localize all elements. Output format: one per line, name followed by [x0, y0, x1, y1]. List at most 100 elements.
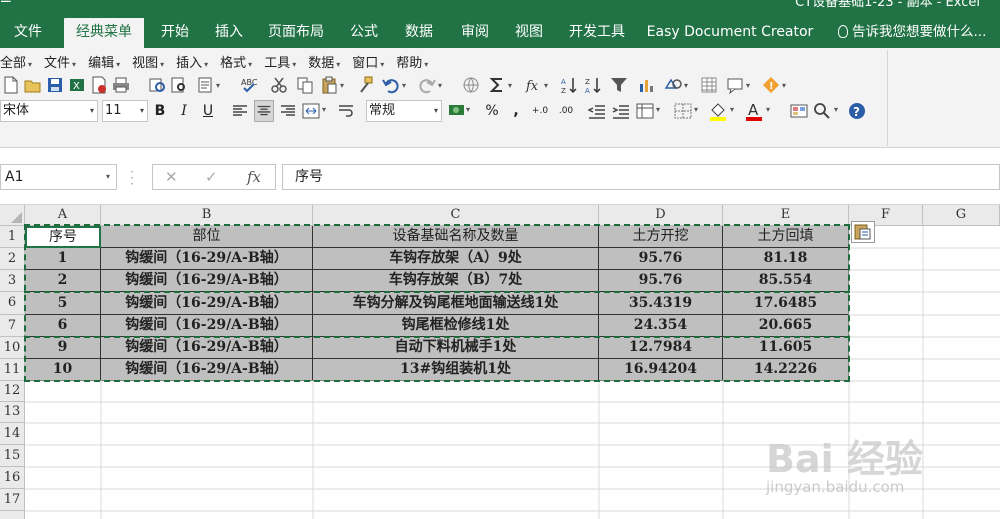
chevron-down-icon[interactable]: ▾	[402, 81, 406, 90]
chevron-down-icon[interactable]: ▾	[730, 105, 734, 114]
increase-indent-icon[interactable]	[612, 103, 630, 119]
confirm-icon[interactable]: ✓	[205, 165, 218, 189]
chevron-down-icon[interactable]: ▾	[684, 81, 688, 90]
menu-tools[interactable]: 工具 ▾	[264, 52, 296, 71]
fill-color-icon[interactable]	[708, 100, 728, 122]
tab-page-layout[interactable]: 页面布局	[262, 18, 330, 48]
align-right-icon[interactable]	[280, 103, 296, 119]
column-header-e[interactable]: E	[723, 205, 849, 226]
menu-view[interactable]: 视图 ▾	[132, 52, 164, 71]
italic-button[interactable]: I	[174, 100, 194, 122]
styles-icon[interactable]	[790, 103, 808, 119]
tab-data[interactable]: 数据	[396, 18, 442, 48]
font-color-icon[interactable]: A	[744, 100, 764, 122]
column-header-c[interactable]: C	[313, 205, 599, 226]
row-header[interactable]: 1	[0, 226, 25, 248]
chevron-down-icon[interactable]: ▾	[834, 105, 838, 114]
increase-decimal-button[interactable]: +.0	[530, 100, 550, 122]
paste-options-button[interactable]	[851, 221, 875, 243]
row-header[interactable]: 11	[0, 359, 25, 381]
hyperlink-icon[interactable]	[462, 76, 480, 94]
menu-edit[interactable]: 编辑 ▾	[88, 52, 120, 71]
redo-icon[interactable]	[418, 76, 436, 94]
select-all-corner[interactable]	[0, 205, 25, 226]
row-header[interactable]: 16	[0, 467, 25, 489]
chevron-down-icon[interactable]: ▾	[322, 105, 326, 114]
row-header[interactable]: 13	[0, 402, 25, 423]
print-icon[interactable]	[112, 76, 130, 94]
help-icon[interactable]: ?	[848, 102, 866, 120]
row-header[interactable]: 2	[0, 248, 25, 270]
insert-function-icon[interactable]: fx	[247, 165, 261, 189]
cell-format-icon[interactable]	[636, 103, 654, 119]
excel-icon[interactable]: X	[68, 76, 86, 94]
chevron-down-icon[interactable]: ▾	[508, 81, 512, 90]
font-name-select[interactable]: 宋体 ▾	[0, 100, 98, 122]
chevron-down-icon[interactable]: ▾	[216, 81, 220, 90]
column-header-d[interactable]: D	[599, 205, 723, 226]
format-painter-icon[interactable]	[356, 76, 374, 94]
align-left-icon[interactable]	[232, 103, 248, 119]
row-header[interactable]: 10	[0, 337, 25, 359]
function-icon[interactable]: fx	[524, 76, 542, 94]
print-preview-icon[interactable]	[148, 76, 166, 94]
comma-style-button[interactable]: ,	[506, 100, 526, 122]
column-header-a[interactable]: A	[25, 205, 101, 226]
borders-icon[interactable]	[674, 103, 692, 119]
underline-button[interactable]: U	[198, 100, 218, 122]
filter-icon[interactable]	[610, 76, 628, 94]
formula-bar-grip-icon[interactable]: · · ·	[130, 166, 134, 190]
tab-file[interactable]: 文件	[0, 18, 56, 48]
tell-me-box[interactable]: 告诉我您想要做什么...	[838, 18, 986, 46]
decrease-decimal-button[interactable]: .00	[556, 100, 576, 122]
cancel-icon[interactable]: ✕	[165, 165, 178, 189]
zoom-icon[interactable]	[814, 103, 830, 119]
table-grid-icon[interactable]	[700, 76, 718, 94]
row-header[interactable]: 12	[0, 381, 25, 402]
align-center-icon[interactable]	[254, 100, 274, 122]
new-file-icon[interactable]	[2, 76, 20, 94]
autosum-icon[interactable]	[488, 76, 506, 94]
merge-center-icon[interactable]	[302, 103, 320, 119]
menu-all[interactable]: 全部 ▾	[0, 52, 32, 71]
wrap-text-icon[interactable]	[338, 103, 356, 119]
copy-icon[interactable]	[296, 76, 314, 94]
find-icon[interactable]	[170, 76, 188, 94]
menu-file[interactable]: 文件 ▾	[44, 52, 76, 71]
menu-insert[interactable]: 插入 ▾	[176, 52, 208, 71]
spelling-icon[interactable]: ABC	[240, 76, 258, 94]
comment-icon[interactable]	[726, 76, 744, 94]
chart-icon[interactable]	[638, 76, 656, 94]
cut-icon[interactable]	[270, 76, 288, 94]
tab-formulas[interactable]: 公式	[340, 18, 388, 48]
chevron-down-icon[interactable]: ▾	[746, 81, 750, 90]
menu-data[interactable]: 数据 ▾	[308, 52, 340, 71]
chevron-down-icon[interactable]: ▾	[466, 105, 470, 114]
row-header[interactable]: 15	[0, 445, 25, 467]
menu-format[interactable]: 格式 ▾	[220, 52, 252, 71]
row-header[interactable]: 14	[0, 423, 25, 445]
bold-button[interactable]: B	[150, 100, 170, 122]
tab-view[interactable]: 视图	[506, 18, 552, 48]
chevron-down-icon[interactable]: ▾	[782, 81, 786, 90]
save-icon[interactable]	[46, 76, 64, 94]
row-header[interactable]: 7	[0, 315, 25, 337]
menu-help[interactable]: 帮助 ▾	[396, 52, 428, 71]
tab-easy-document-creator[interactable]: Easy Document Creator	[646, 18, 814, 48]
column-header-b[interactable]: B	[101, 205, 313, 226]
tab-insert[interactable]: 插入	[206, 18, 252, 48]
row-header[interactable]: 17	[0, 489, 25, 511]
chevron-down-icon[interactable]: ▾	[694, 105, 698, 114]
tab-home[interactable]: 开始	[150, 18, 200, 48]
chevron-down-icon[interactable]: ▾	[656, 105, 660, 114]
chevron-down-icon[interactable]: ▾	[544, 81, 548, 90]
tab-classic-menu[interactable]: 经典菜单	[64, 18, 144, 48]
chevron-down-icon[interactable]: ▾	[340, 81, 344, 90]
accounting-format-icon[interactable]	[448, 103, 466, 119]
permission-icon[interactable]	[90, 76, 108, 94]
decrease-indent-icon[interactable]	[588, 103, 606, 119]
name-box[interactable]: A1 ▾	[0, 164, 117, 190]
sort-descending-icon[interactable]: ZA	[584, 76, 602, 94]
formula-input[interactable]: 序号	[282, 164, 1000, 190]
undo-icon[interactable]	[382, 76, 400, 94]
